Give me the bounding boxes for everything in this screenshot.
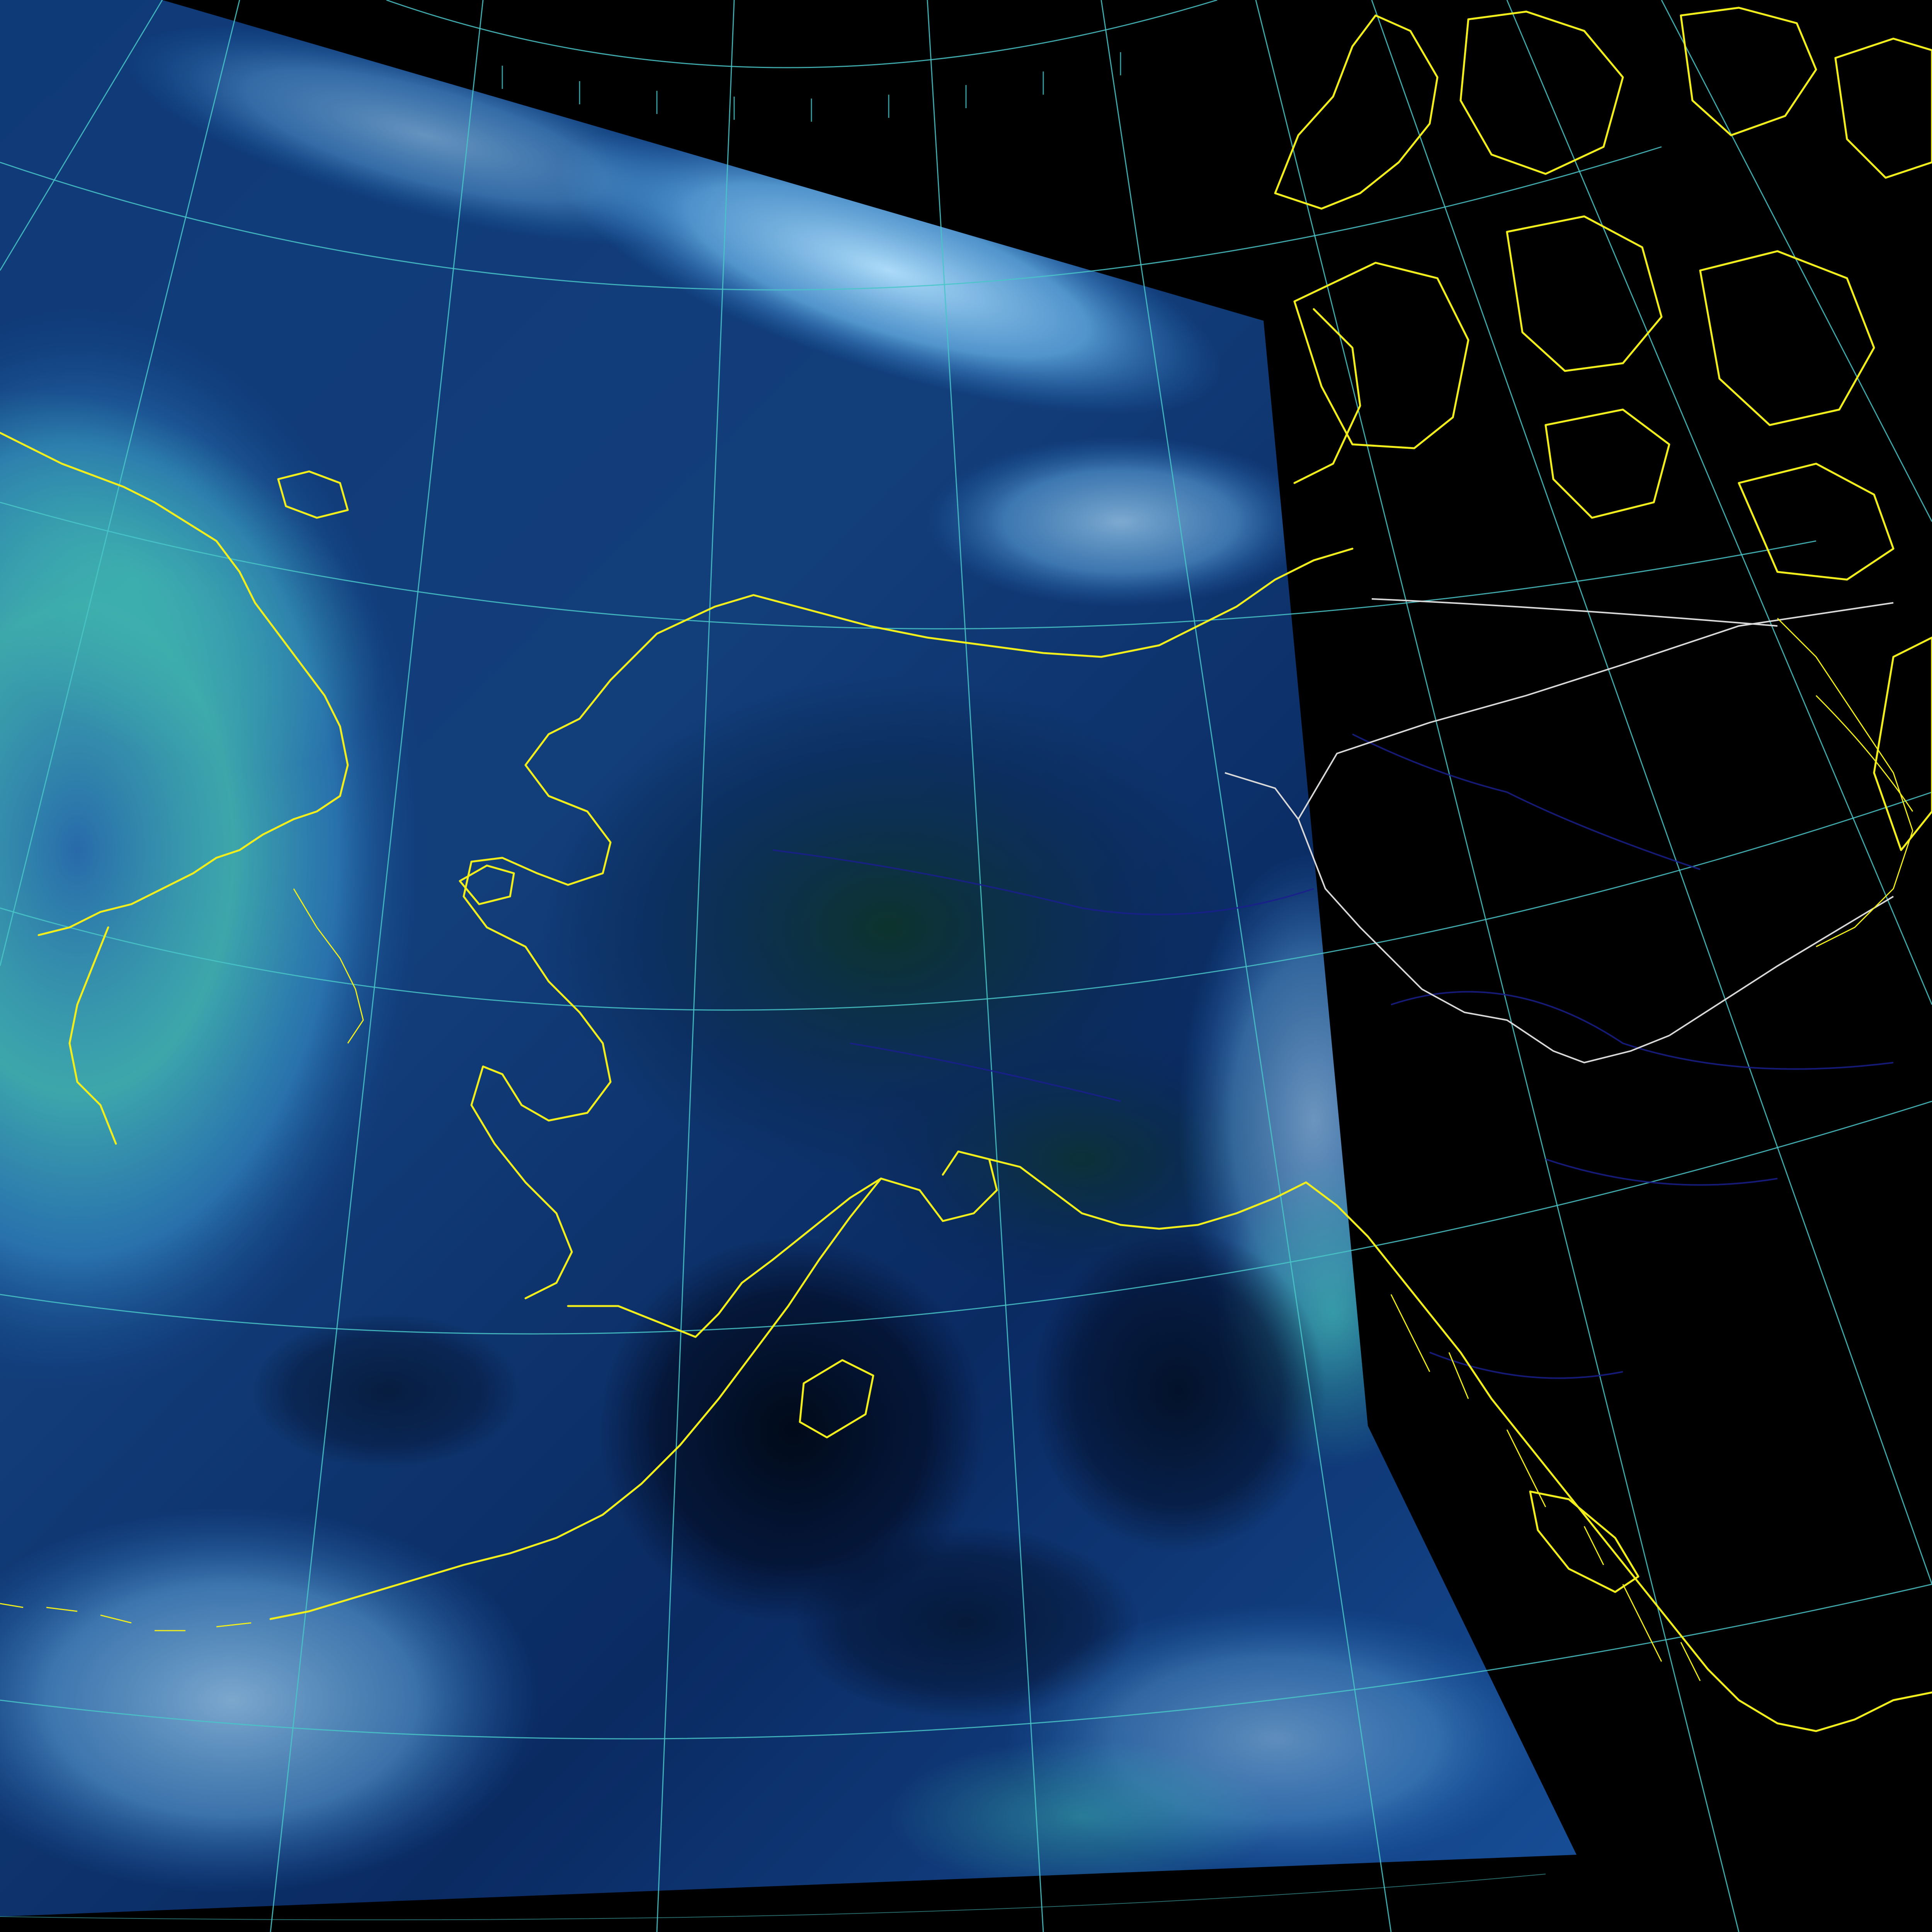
map-canvas [0,0,1932,1932]
satellite-map [0,0,1932,1932]
satellite-swath [0,0,1577,1917]
graticule-ticks [502,52,1121,122]
